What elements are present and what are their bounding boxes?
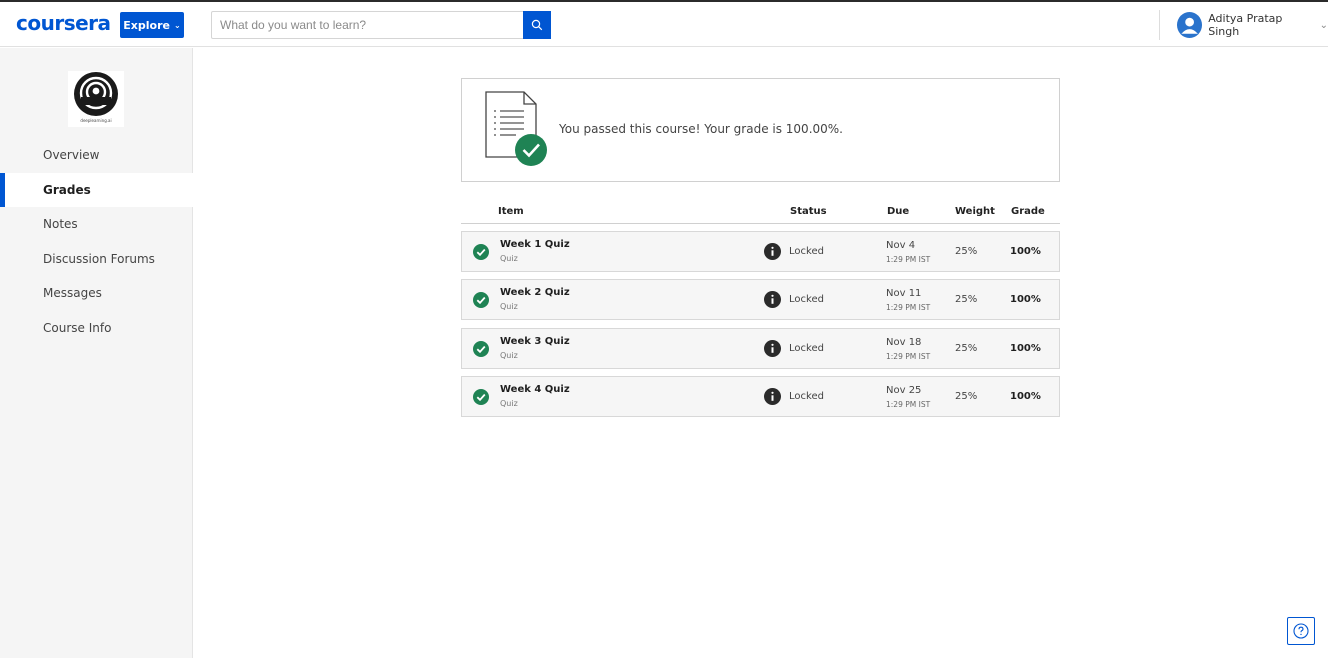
item-due-date: Nov 4 <box>886 240 916 251</box>
item-type: Quiz <box>500 351 518 360</box>
search-button[interactable] <box>523 11 551 39</box>
item-grade: 100% <box>1010 246 1041 257</box>
search-input[interactable] <box>212 12 523 38</box>
explore-label: Explore <box>123 18 170 32</box>
check-circle-icon <box>473 292 489 308</box>
deeplearning-logo-icon <box>74 72 118 116</box>
item-due-time: 1:29 PM IST <box>886 255 931 264</box>
search-icon <box>531 19 543 31</box>
header-divider <box>1159 10 1160 40</box>
header-grade: Grade <box>1011 206 1045 217</box>
item-due-date: Nov 18 <box>886 337 922 348</box>
sidebar-item-grades[interactable]: Grades <box>0 172 193 207</box>
header-status: Status <box>790 206 827 217</box>
info-icon[interactable] <box>764 388 781 405</box>
sidebar-item-course-info[interactable]: Course Info <box>0 311 193 346</box>
info-icon[interactable] <box>764 291 781 308</box>
sidebar-item-overview[interactable]: Overview <box>0 138 193 173</box>
check-circle-icon <box>473 341 489 357</box>
item-due-date: Nov 25 <box>886 385 922 396</box>
item-due-time: 1:29 PM IST <box>886 352 931 361</box>
table-row[interactable]: Week 1 Quiz Quiz Locked Nov 4 1:29 PM IS… <box>461 231 1060 272</box>
chevron-down-icon: ⌄ <box>174 20 181 30</box>
document-check-icon <box>484 91 550 172</box>
info-icon[interactable] <box>764 340 781 357</box>
avatar <box>1177 12 1203 38</box>
sidebar-item-messages[interactable]: Messages <box>0 276 193 311</box>
item-weight: 25% <box>955 294 978 305</box>
item-name[interactable]: Week 2 Quiz <box>500 287 570 298</box>
grades-table-header: Item Status Due Weight Grade <box>461 200 1060 224</box>
header-weight: Weight <box>955 206 995 217</box>
item-weight: 25% <box>955 246 978 257</box>
info-icon[interactable] <box>764 243 781 260</box>
search-bar <box>211 11 551 39</box>
item-type: Quiz <box>500 302 518 311</box>
check-circle-icon <box>473 389 489 405</box>
header-item: Item <box>498 206 524 217</box>
course-logo[interactable]: deeplearning.ai <box>68 71 124 127</box>
banner-message: You passed this course! Your grade is 10… <box>559 122 843 136</box>
item-type: Quiz <box>500 399 518 408</box>
item-status: Locked <box>789 391 824 402</box>
header-due: Due <box>887 206 910 217</box>
coursera-logo[interactable]: coursera <box>16 12 111 34</box>
table-row[interactable]: Week 4 Quiz Quiz Locked Nov 25 1:29 PM I… <box>461 376 1060 417</box>
item-due-date: Nov 11 <box>886 288 922 299</box>
help-icon <box>1293 623 1309 639</box>
top-header: coursera Explore ⌄ Aditya Pratap Singh ⌄ <box>0 2 1328 47</box>
sidebar-nav: Overview Grades Notes Discussion Forums … <box>0 138 193 345</box>
table-row[interactable]: Week 3 Quiz Quiz Locked Nov 18 1:29 PM I… <box>461 328 1060 369</box>
item-grade: 100% <box>1010 343 1041 354</box>
item-name[interactable]: Week 1 Quiz <box>500 239 570 250</box>
item-status: Locked <box>789 343 824 354</box>
item-due-time: 1:29 PM IST <box>886 400 931 409</box>
item-weight: 25% <box>955 391 978 402</box>
course-logo-caption: deeplearning.ai <box>80 118 112 123</box>
item-grade: 100% <box>1010 294 1041 305</box>
item-name[interactable]: Week 3 Quiz <box>500 336 570 347</box>
table-row[interactable]: Week 2 Quiz Quiz Locked Nov 11 1:29 PM I… <box>461 279 1060 320</box>
sidebar-item-discussion-forums[interactable]: Discussion Forums <box>0 242 193 277</box>
check-circle-icon <box>473 244 489 260</box>
user-name: Aditya Pratap Singh <box>1208 12 1283 38</box>
item-status: Locked <box>789 246 824 257</box>
course-sidebar: deeplearning.ai Overview Grades Notes Di… <box>0 48 193 658</box>
item-due-time: 1:29 PM IST <box>886 303 931 312</box>
item-type: Quiz <box>500 254 518 263</box>
user-icon <box>1181 17 1198 34</box>
item-grade: 100% <box>1010 391 1041 402</box>
item-status: Locked <box>789 294 824 305</box>
item-name[interactable]: Week 4 Quiz <box>500 384 570 395</box>
chevron-down-icon: ⌄ <box>1319 19 1328 31</box>
course-passed-banner: You passed this course! Your grade is 10… <box>461 78 1060 182</box>
item-weight: 25% <box>955 343 978 354</box>
user-menu[interactable]: Aditya Pratap Singh ⌄ <box>1177 11 1328 39</box>
sidebar-item-notes[interactable]: Notes <box>0 207 193 242</box>
explore-button[interactable]: Explore ⌄ <box>120 12 184 38</box>
help-button[interactable] <box>1287 617 1315 645</box>
